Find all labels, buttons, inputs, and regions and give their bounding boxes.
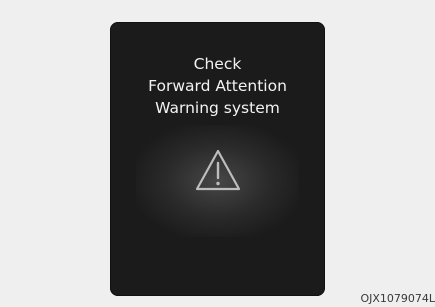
warning-triangle-icon xyxy=(195,149,241,191)
page: Check Forward Attention Warning system O… xyxy=(0,0,435,307)
reference-code: OJX1079074L xyxy=(360,292,435,305)
message-line-3: Warning system xyxy=(155,99,280,117)
warning-message: Check Forward Attention Warning system xyxy=(110,53,325,119)
message-line-2: Forward Attention xyxy=(148,77,287,95)
message-line-1: Check xyxy=(193,55,242,73)
cluster-display-panel: Check Forward Attention Warning system xyxy=(110,22,325,296)
